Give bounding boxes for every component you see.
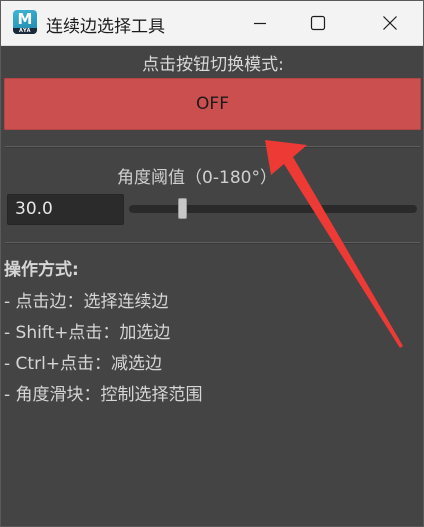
minimize-icon — [254, 22, 266, 25]
maximize-button[interactable] — [289, 1, 347, 45]
angle-value-input[interactable]: 30.0 — [7, 194, 124, 225]
app-icon-strip: AYA — [13, 28, 37, 34]
angle-threshold-label: 角度阈值（0-180°） — [117, 168, 277, 188]
angle-slider-track[interactable] — [129, 205, 417, 213]
close-icon — [383, 16, 397, 30]
instruction-line: - 点击边：选择连续边 — [4, 292, 169, 312]
mode-toggle-button[interactable]: OFF — [4, 78, 421, 130]
app-icon-letter: M — [17, 10, 33, 28]
instruction-line: - Shift+点击：加选边 — [4, 323, 171, 343]
maximize-icon — [310, 15, 326, 31]
tool-panel: 点击按钮切换模式: OFF 角度阈值（0-180°） 30.0 操作方式: - … — [1, 46, 423, 526]
mode-label: 点击按钮切换模式: — [142, 55, 284, 75]
instructions-title: 操作方式: — [4, 260, 79, 280]
window-title: 连续边选择工具 — [46, 17, 165, 37]
divider — [5, 242, 420, 244]
title-bar[interactable]: M AYA 连续边选择工具 — [1, 1, 423, 46]
tool-window: M AYA 连续边选择工具 点击按钮切换模式: OFF 角度阈值（0-180°）… — [0, 0, 424, 527]
instruction-line: - Ctrl+点击：减选边 — [4, 354, 163, 374]
divider — [5, 146, 420, 148]
instruction-line: - 角度滑块：控制选择范围 — [4, 385, 203, 405]
app-icon: M AYA — [13, 10, 37, 34]
minimize-button[interactable] — [231, 1, 289, 45]
close-button[interactable] — [361, 1, 419, 45]
instructions: 操作方式: - 点击边：选择连续边 - Shift+点击：加选边 - Ctrl+… — [4, 257, 414, 412]
angle-slider-handle[interactable] — [177, 198, 187, 219]
